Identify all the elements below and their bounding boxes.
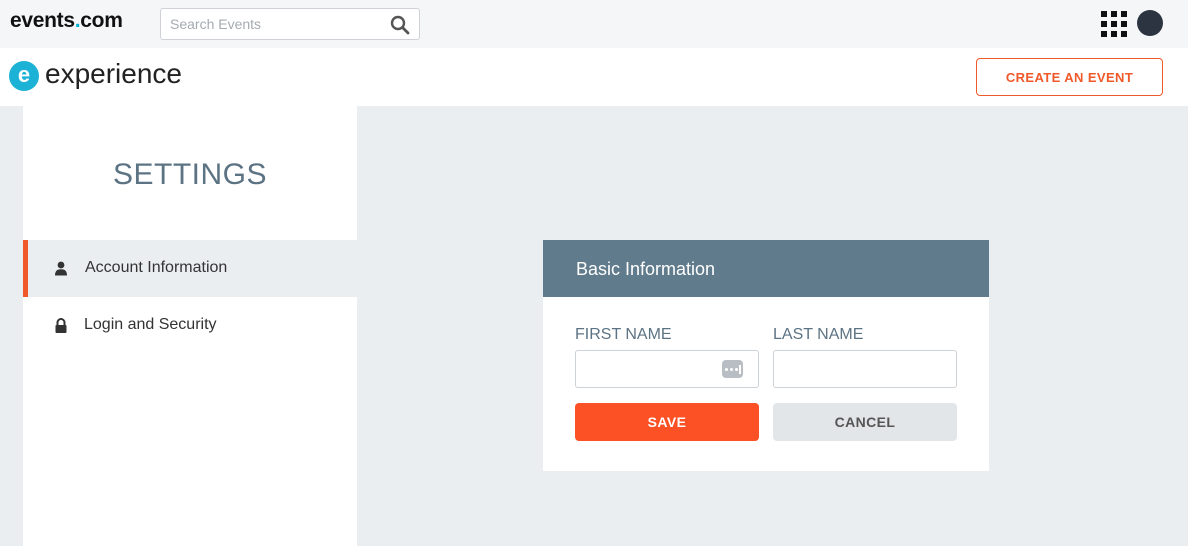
grid-dot — [1101, 21, 1107, 27]
settings-sidebar: SETTINGS Account Information Login and S… — [23, 106, 357, 546]
search-icon[interactable] — [390, 15, 410, 35]
brand-name: events — [10, 9, 75, 32]
events-logo[interactable]: events.com — [10, 9, 123, 33]
first-name-field — [575, 350, 759, 388]
password-manager-icon[interactable] — [722, 360, 743, 378]
grid-dot — [1121, 31, 1127, 37]
search-input[interactable] — [161, 9, 386, 39]
sidebar-item-login-and-security[interactable]: Login and Security — [23, 297, 357, 354]
settings-title: SETTINGS — [112, 158, 267, 191]
app-header: e experience CREATE AN EVENT — [0, 48, 1188, 106]
first-name-label: FIRST NAME — [575, 326, 672, 343]
last-name-input[interactable] — [774, 351, 956, 387]
last-name-field — [773, 350, 957, 388]
sidebar-item-account-information[interactable]: Account Information — [23, 240, 357, 297]
grid-icon[interactable] — [1101, 11, 1127, 37]
lock-icon — [55, 318, 67, 333]
experience-logo-icon[interactable]: e — [9, 61, 39, 91]
sidebar-item-label: Account Information — [85, 259, 228, 276]
top-bar: events.com — [0, 0, 1188, 48]
basic-information-card: Basic Information FIRST NAME LAST NAME S… — [543, 240, 989, 471]
card-header: Basic Information — [543, 240, 989, 297]
search-box — [160, 8, 420, 40]
grid-dot — [1101, 11, 1107, 17]
save-button[interactable]: SAVE — [575, 403, 759, 441]
create-event-button[interactable]: CREATE AN EVENT — [976, 58, 1163, 96]
avatar[interactable] — [1137, 10, 1163, 36]
sidebar-item-label: Login and Security — [84, 316, 217, 333]
brand-suffix: com — [80, 9, 123, 32]
grid-dot — [1121, 11, 1127, 17]
grid-dot — [1121, 21, 1127, 27]
grid-dot — [1101, 31, 1107, 37]
grid-dot — [1111, 31, 1117, 37]
last-name-label: LAST NAME — [773, 326, 864, 343]
grid-dot — [1111, 11, 1117, 17]
cancel-button[interactable]: CANCEL — [773, 403, 957, 441]
grid-dot — [1111, 21, 1117, 27]
user-icon — [55, 261, 67, 276]
app-title: experience — [45, 58, 182, 89]
card-title: Basic Information — [576, 259, 716, 279]
